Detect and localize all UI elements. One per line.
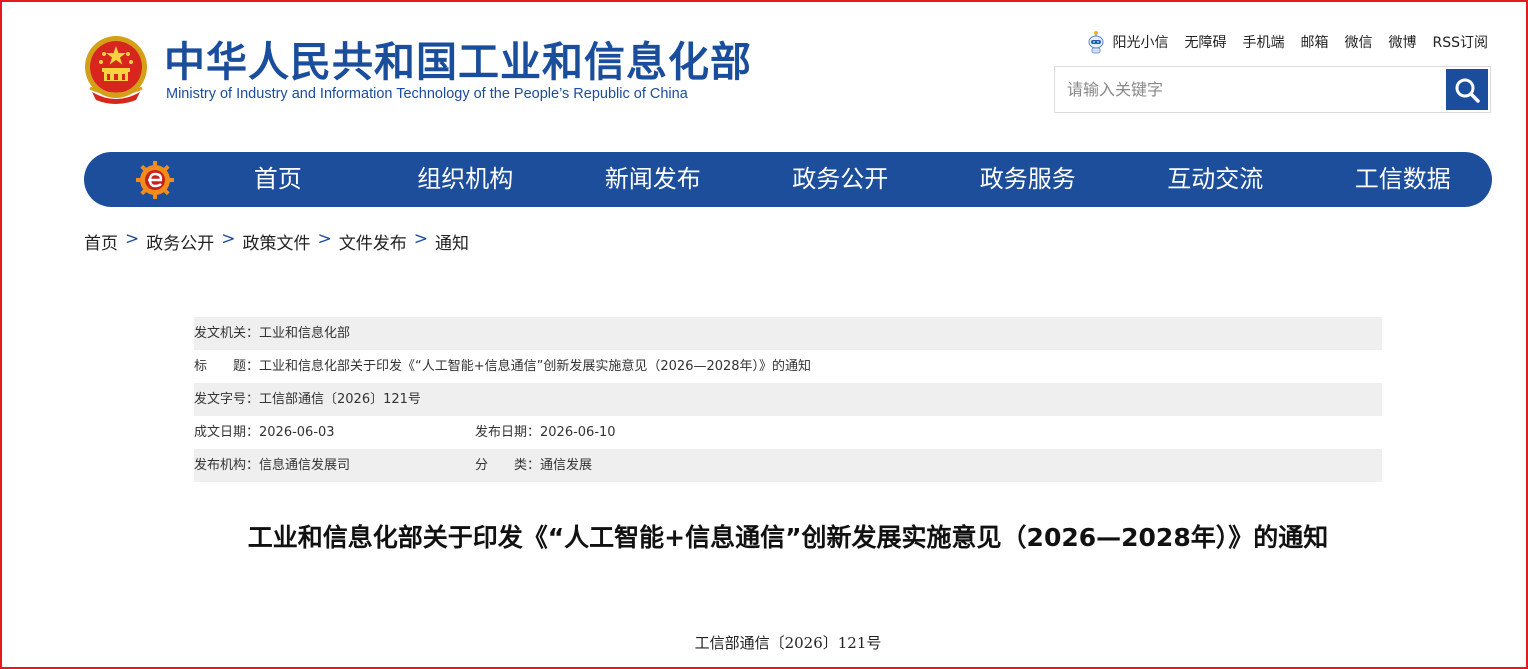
search-box xyxy=(1054,66,1491,113)
issuer-label: 发文机关： xyxy=(194,326,260,341)
nav-services[interactable]: 政务服务 xyxy=(934,152,1122,207)
accessibility-link[interactable]: 无障碍 xyxy=(1184,32,1226,52)
created-date-value: 2026-06-03 xyxy=(259,425,335,440)
breadcrumb-policy-documents[interactable]: 政策文件 xyxy=(243,229,311,254)
title-label: 标 题： xyxy=(194,359,260,374)
doc-number-cell: 发文字号：工信部通信〔2026〕121号 xyxy=(194,383,421,416)
category-value: 通信发展 xyxy=(540,458,593,473)
info-row-doc-number: 发文字号：工信部通信〔2026〕121号 xyxy=(194,383,1382,416)
info-row-org: 发布机构：信息通信发展司 分 类：通信发展 xyxy=(194,449,1382,482)
info-row-title: 标 题：工业和信息化部关于印发《“人工智能+信息通信”创新发展实施意见（2026… xyxy=(194,350,1382,383)
published-date-value: 2026-06-10 xyxy=(540,425,616,440)
title-cell: 标 题：工业和信息化部关于印发《“人工智能+信息通信”创新发展实施意见（2026… xyxy=(194,350,811,383)
rss-link[interactable]: RSS订阅 xyxy=(1432,32,1488,52)
main-nav: 首页 组织机构 新闻发布 政务公开 政务服务 互动交流 工信数据 xyxy=(84,152,1492,207)
document-title: 工业和信息化部关于印发《“人工智能+信息通信”创新发展实施意见（2026—202… xyxy=(247,523,1329,552)
issuer-value: 工业和信息化部 xyxy=(259,326,351,341)
created-date-cell: 成文日期：2026-06-03 xyxy=(194,416,335,449)
nav-government-affairs[interactable]: 政务公开 xyxy=(747,152,935,207)
doc-number-label: 发文字号： xyxy=(194,392,260,407)
nav-items: 首页 组织机构 新闻发布 政务公开 政务服务 互动交流 工信数据 xyxy=(184,152,1497,207)
issuer-cell: 发文机关：工业和信息化部 xyxy=(194,317,350,350)
search-icon xyxy=(1455,78,1480,103)
nav-home[interactable]: 首页 xyxy=(184,152,372,207)
breadcrumb-government-affairs[interactable]: 政务公开 xyxy=(146,229,214,254)
breadcrumb-file-release[interactable]: 文件发布 xyxy=(339,229,407,254)
breadcrumb-separator: > xyxy=(413,229,428,249)
title-value: 工业和信息化部关于印发《“人工智能+信息通信”创新发展实施意见（2026—202… xyxy=(259,359,812,374)
sunny-link[interactable]: 阳光小信 xyxy=(1086,30,1168,54)
weibo-link[interactable]: 微博 xyxy=(1388,32,1416,52)
category-cell: 分 类：通信发展 xyxy=(475,449,592,482)
wechat-link[interactable]: 微信 xyxy=(1344,32,1372,52)
search-button[interactable] xyxy=(1446,69,1488,110)
site-logo-title[interactable]: 中华人民共和国工业和信息化部 xyxy=(164,38,752,86)
org-cell: 发布机构：信息通信发展司 xyxy=(194,449,350,482)
published-date-cell: 发布日期：2026-06-10 xyxy=(475,416,616,449)
info-row-issuer: 发文机关：工业和信息化部 xyxy=(194,317,1382,350)
nav-interaction[interactable]: 互动交流 xyxy=(1122,152,1310,207)
org-value: 信息通信发展司 xyxy=(259,458,351,473)
mobile-link[interactable]: 手机端 xyxy=(1242,32,1284,52)
nav-organization[interactable]: 组织机构 xyxy=(372,152,560,207)
national-emblem-icon xyxy=(85,36,147,104)
search-input[interactable] xyxy=(1055,67,1435,112)
nav-data[interactable]: 工信数据 xyxy=(1309,152,1497,207)
created-date-label: 成文日期： xyxy=(194,425,260,440)
sunny-link-label: 阳光小信 xyxy=(1112,35,1169,51)
doc-number-value: 工信部通信〔2026〕121号 xyxy=(259,392,421,407)
document-number: 工信部通信〔2026〕121号 xyxy=(694,634,882,652)
top-links: 阳光小信 无障碍 手机端 邮箱 微信 微博 RSS订阅 xyxy=(1086,30,1488,54)
breadcrumb-separator: > xyxy=(125,229,140,249)
info-row-dates: 成文日期：2026-06-03 发布日期：2026-06-10 xyxy=(194,416,1382,449)
robot-assistant-icon xyxy=(1088,31,1104,54)
breadcrumb-separator: > xyxy=(317,229,332,249)
gear-e-logo-icon xyxy=(136,161,174,199)
document-info-table: 发文机关：工业和信息化部 标 题：工业和信息化部关于印发《“人工智能+信息通信”… xyxy=(194,317,1382,482)
breadcrumb-notice[interactable]: 通知 xyxy=(435,229,469,254)
org-label: 发布机构： xyxy=(194,458,260,473)
breadcrumb-separator: > xyxy=(221,229,236,249)
breadcrumb-home[interactable]: 首页 xyxy=(84,229,118,254)
site-logo-subtitle[interactable]: Ministry of Industry and Information Tec… xyxy=(166,85,688,103)
nav-news[interactable]: 新闻发布 xyxy=(559,152,747,207)
category-label: 分 类： xyxy=(475,458,541,473)
published-date-label: 发布日期： xyxy=(475,425,541,440)
breadcrumb: 首页 > 政务公开 > 政策文件 > 文件发布 > 通知 xyxy=(84,229,469,254)
mail-link[interactable]: 邮箱 xyxy=(1300,32,1328,52)
